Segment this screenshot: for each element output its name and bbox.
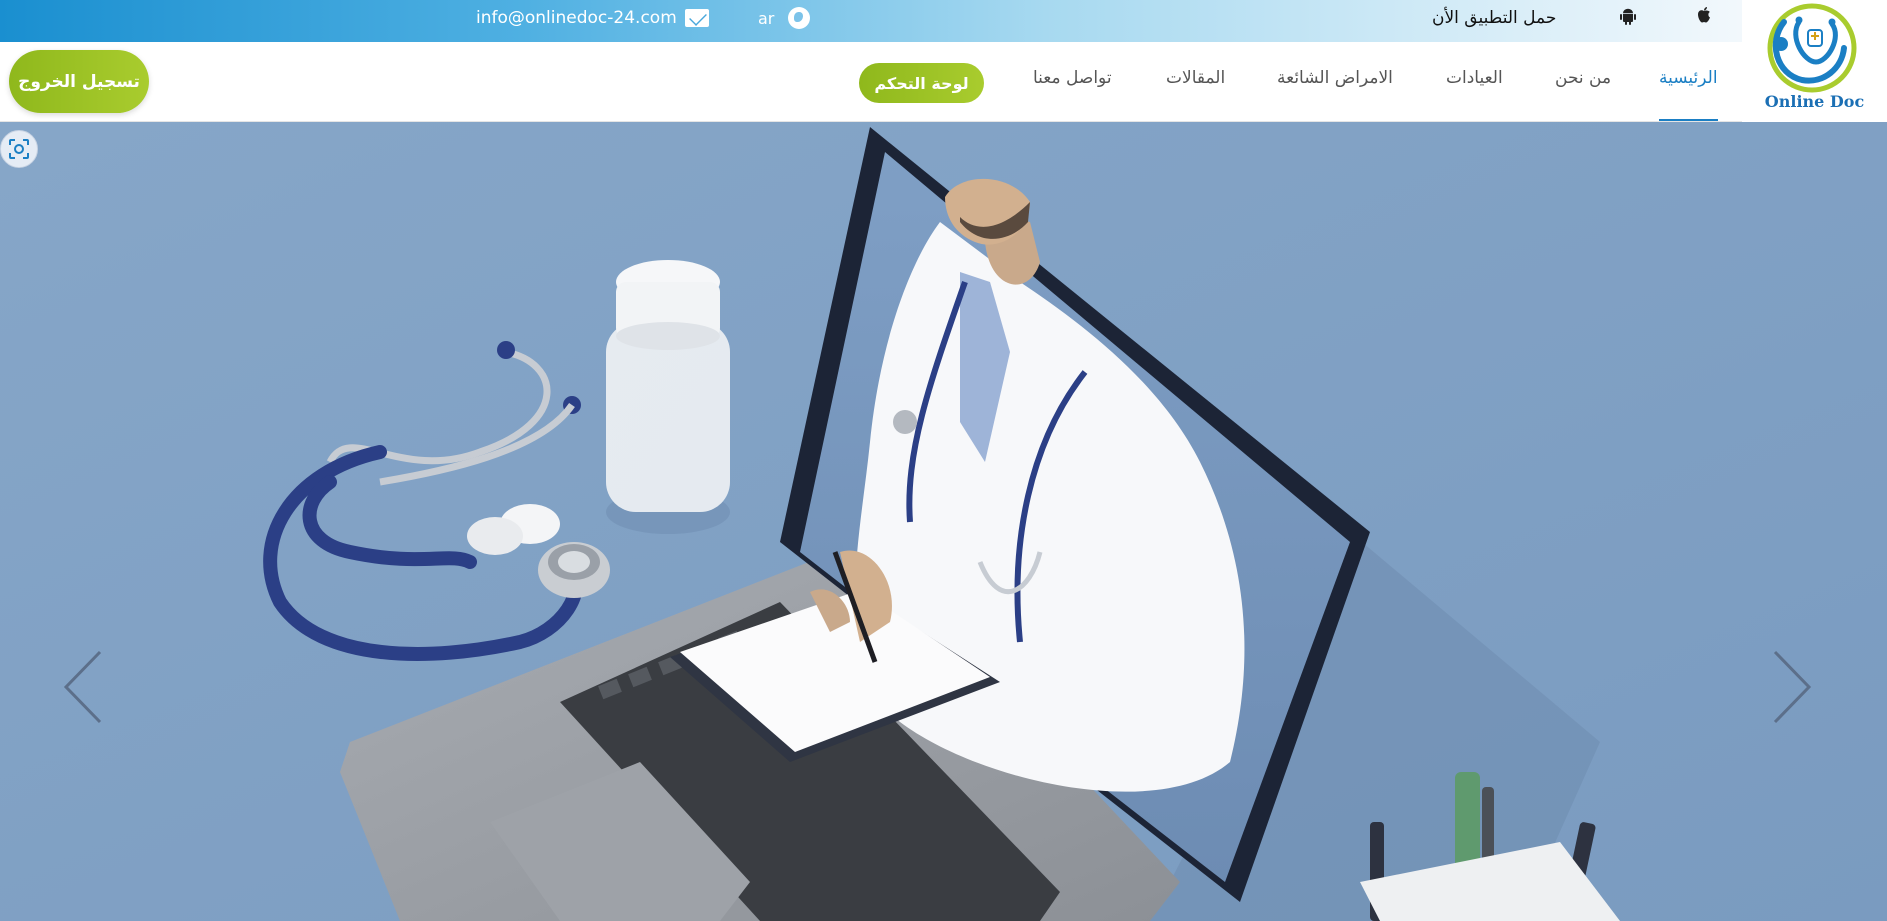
- nav-item-contact[interactable]: تواصل معنا: [1033, 68, 1112, 88]
- language-switcher[interactable]: ar: [758, 5, 811, 31]
- email-address[interactable]: info@onlinedoc-24.com: [476, 8, 677, 28]
- stethoscope-logo-icon: [1767, 3, 1857, 93]
- scan-button[interactable]: [0, 130, 38, 168]
- hero-image: [0, 122, 1887, 921]
- chevron-right-icon[interactable]: [1765, 647, 1815, 727]
- dashboard-button[interactable]: لوحة التحكم: [859, 63, 984, 103]
- top-bar: info@onlinedoc-24.com ar حمل التطبيق الأ…: [0, 0, 1742, 42]
- logout-button[interactable]: تسجيل الخروج: [9, 50, 149, 113]
- nav-item-about[interactable]: من نحن: [1555, 68, 1611, 88]
- globe-icon: [788, 7, 811, 29]
- android-icon[interactable]: [1620, 7, 1636, 25]
- language-label[interactable]: ar: [758, 9, 774, 28]
- chevron-left-icon[interactable]: [60, 647, 110, 727]
- nav-item-articles[interactable]: المقالات: [1166, 68, 1225, 88]
- logo-text: Online Doc: [1764, 92, 1865, 111]
- hero-slider: [0, 122, 1887, 921]
- contact-email[interactable]: info@onlinedoc-24.com: [476, 5, 709, 31]
- apple-icon[interactable]: [1696, 6, 1712, 24]
- scan-icon: [9, 139, 29, 159]
- nav-item-clinics[interactable]: العيادات: [1446, 68, 1503, 88]
- main-navbar: تسجيل الخروج لوحة التحكم تواصل معنا المق…: [0, 42, 1742, 122]
- nav-item-home[interactable]: الرئيسية: [1659, 68, 1718, 88]
- site-logo[interactable]: Online Doc: [1742, 0, 1887, 122]
- envelope-icon: [684, 9, 709, 27]
- nav-item-common-diseases[interactable]: الامراض الشائعة: [1277, 68, 1393, 88]
- download-app-label: حمل التطبيق الأن: [1432, 8, 1557, 28]
